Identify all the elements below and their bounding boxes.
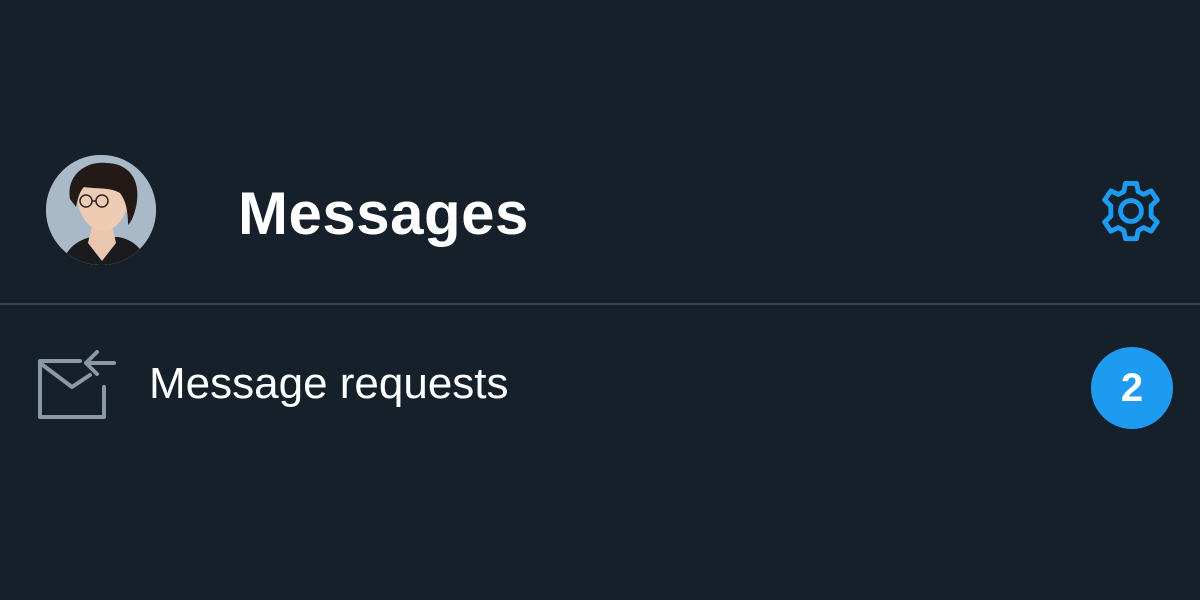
page-title: Messages xyxy=(238,180,529,247)
gear-icon xyxy=(1102,180,1160,242)
envelope-arrow-icon xyxy=(34,347,120,423)
profile-avatar[interactable] xyxy=(46,155,156,265)
settings-button[interactable] xyxy=(1092,172,1170,250)
avatar-illustration xyxy=(46,155,156,265)
messages-header: Messages xyxy=(0,0,1200,304)
request-count-badge: 2 xyxy=(1091,347,1173,429)
message-requests-label: Message requests xyxy=(149,359,509,408)
message-requests-row[interactable]: Message requests 2 xyxy=(0,305,1200,465)
